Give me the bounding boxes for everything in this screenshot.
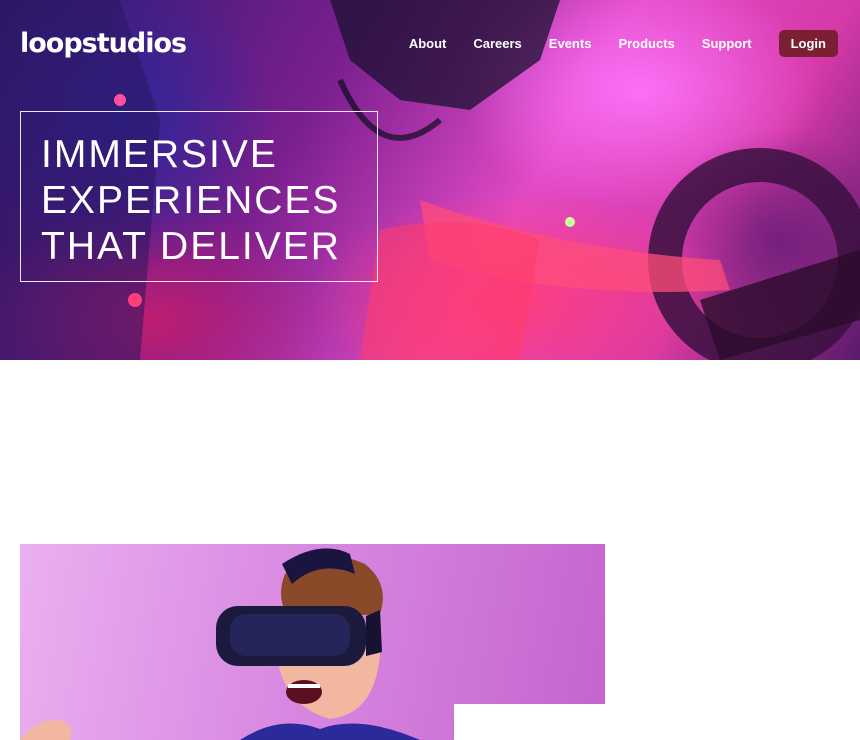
torso-shape [360, 222, 540, 360]
nav-link-events[interactable]: Events [549, 36, 592, 51]
vr-headset-face-shape [230, 614, 350, 656]
hand-shape [20, 720, 72, 740]
hero-headline-box: IMMERSIVE EXPERIENCES THAT DELIVER [20, 111, 378, 282]
nav-link-about[interactable]: About [409, 36, 447, 51]
hero-headline-line-3: THAT DELIVER [41, 225, 341, 268]
hero-section: loopstudios About Careers Events Product… [0, 0, 860, 360]
login-button[interactable]: Login [778, 29, 838, 57]
hero-headline-line-1: IMMERSIVE [41, 133, 278, 176]
nav-link-careers[interactable]: Careers [473, 36, 521, 51]
light-dot [565, 217, 575, 227]
nav-link-support[interactable]: Support [702, 36, 752, 51]
vr-headset-side-shape [366, 610, 382, 656]
top-navigation: loopstudios About Careers Events Product… [20, 28, 838, 58]
image-notch [454, 704, 605, 740]
nav-link-products[interactable]: Products [618, 36, 674, 51]
mouth-shape [286, 680, 322, 704]
light-dot [114, 94, 126, 106]
hero-headline-line-2: EXPERIENCES [41, 179, 341, 222]
logo[interactable]: loopstudios [20, 30, 187, 57]
light-dot [128, 293, 142, 307]
nav-links: About Careers Events Products Support Lo… [382, 29, 838, 57]
shirt-shape [240, 723, 420, 740]
